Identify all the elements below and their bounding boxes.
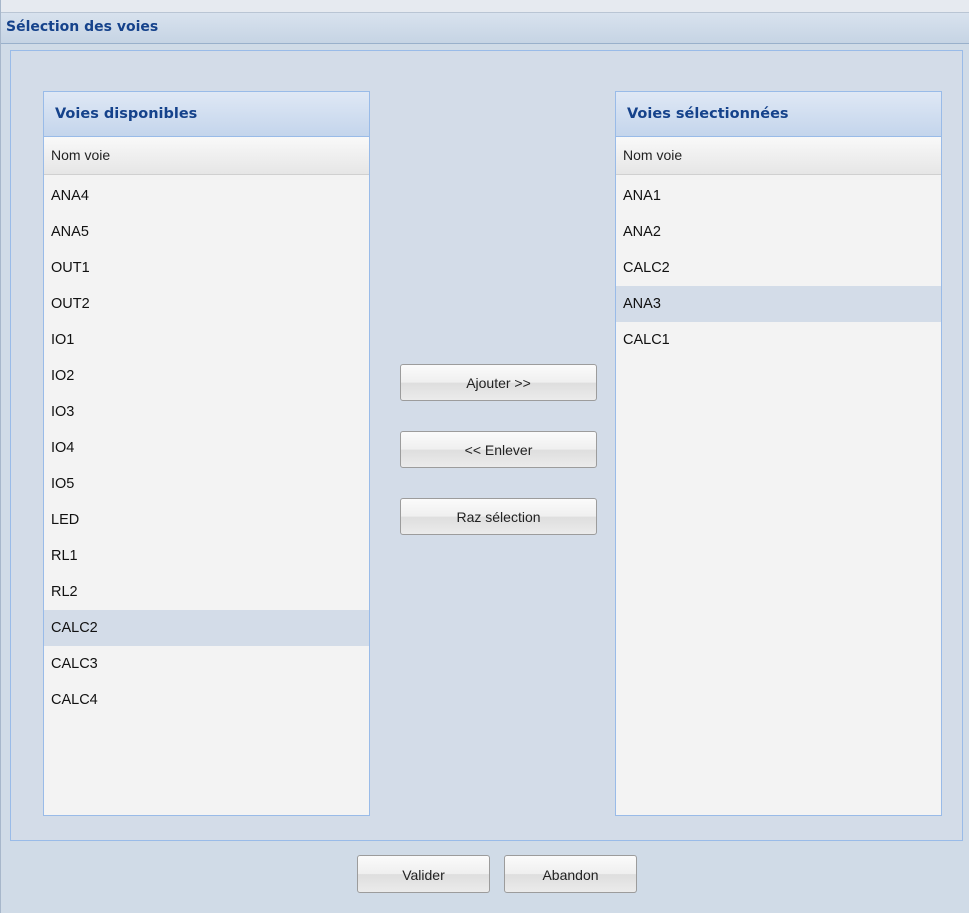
available-channels-title: Voies disponibles bbox=[55, 106, 198, 122]
list-item[interactable]: ANA1 bbox=[616, 178, 941, 214]
channel-selection-dialog: Sélection des voies Voies disponibles No… bbox=[0, 0, 969, 913]
available-column-header[interactable]: Nom voie bbox=[44, 137, 369, 175]
list-item[interactable]: ANA3 bbox=[616, 286, 941, 322]
remove-button[interactable]: << Enlever bbox=[400, 431, 597, 468]
reset-selection-button[interactable]: Raz sélection bbox=[400, 498, 597, 535]
window-top-edge bbox=[1, 0, 969, 13]
list-item[interactable]: IO1 bbox=[44, 322, 369, 358]
dialog-titlebar: Sélection des voies bbox=[1, 13, 969, 44]
list-item[interactable]: ANA2 bbox=[616, 214, 941, 250]
list-item[interactable]: ANA5 bbox=[44, 214, 369, 250]
selected-channels-header: Voies sélectionnées bbox=[616, 92, 941, 137]
list-item[interactable]: IO3 bbox=[44, 394, 369, 430]
list-item[interactable]: CALC2 bbox=[44, 610, 369, 646]
validate-button[interactable]: Valider bbox=[357, 855, 490, 893]
dialog-title: Sélection des voies bbox=[6, 19, 159, 35]
list-item[interactable]: RL2 bbox=[44, 574, 369, 610]
list-item[interactable]: IO2 bbox=[44, 358, 369, 394]
list-item[interactable]: OUT2 bbox=[44, 286, 369, 322]
available-channels-header: Voies disponibles bbox=[44, 92, 369, 137]
list-item[interactable]: IO4 bbox=[44, 430, 369, 466]
selected-column-header[interactable]: Nom voie bbox=[616, 137, 941, 175]
available-channels-list: ANA4 ANA5 OUT1 OUT2 IO1 IO2 IO3 IO4 IO5 LED RL1 RL2… bbox=[44, 175, 369, 718]
selected-channels-list: ANA1 ANA2 CALC2 ANA3 CALC1 bbox=[616, 175, 941, 358]
available-channels-panel: Voies disponibles Nom voie ANA4 ANA5 OUT1 O… bbox=[43, 91, 370, 816]
list-item[interactable]: RL1 bbox=[44, 538, 369, 574]
list-item[interactable]: CALC2 bbox=[616, 250, 941, 286]
list-item[interactable]: ANA4 bbox=[44, 178, 369, 214]
list-item[interactable]: CALC1 bbox=[616, 322, 941, 358]
list-item[interactable]: CALC4 bbox=[44, 682, 369, 718]
list-item[interactable]: LED bbox=[44, 502, 369, 538]
list-item[interactable]: OUT1 bbox=[44, 250, 369, 286]
selected-channels-title: Voies sélectionnées bbox=[627, 106, 789, 122]
selected-channels-panel: Voies sélectionnées Nom voie ANA1 ANA2 CAL… bbox=[615, 91, 942, 816]
cancel-button[interactable]: Abandon bbox=[504, 855, 637, 893]
add-button[interactable]: Ajouter >> bbox=[400, 364, 597, 401]
list-item[interactable]: CALC3 bbox=[44, 646, 369, 682]
list-item[interactable]: IO5 bbox=[44, 466, 369, 502]
